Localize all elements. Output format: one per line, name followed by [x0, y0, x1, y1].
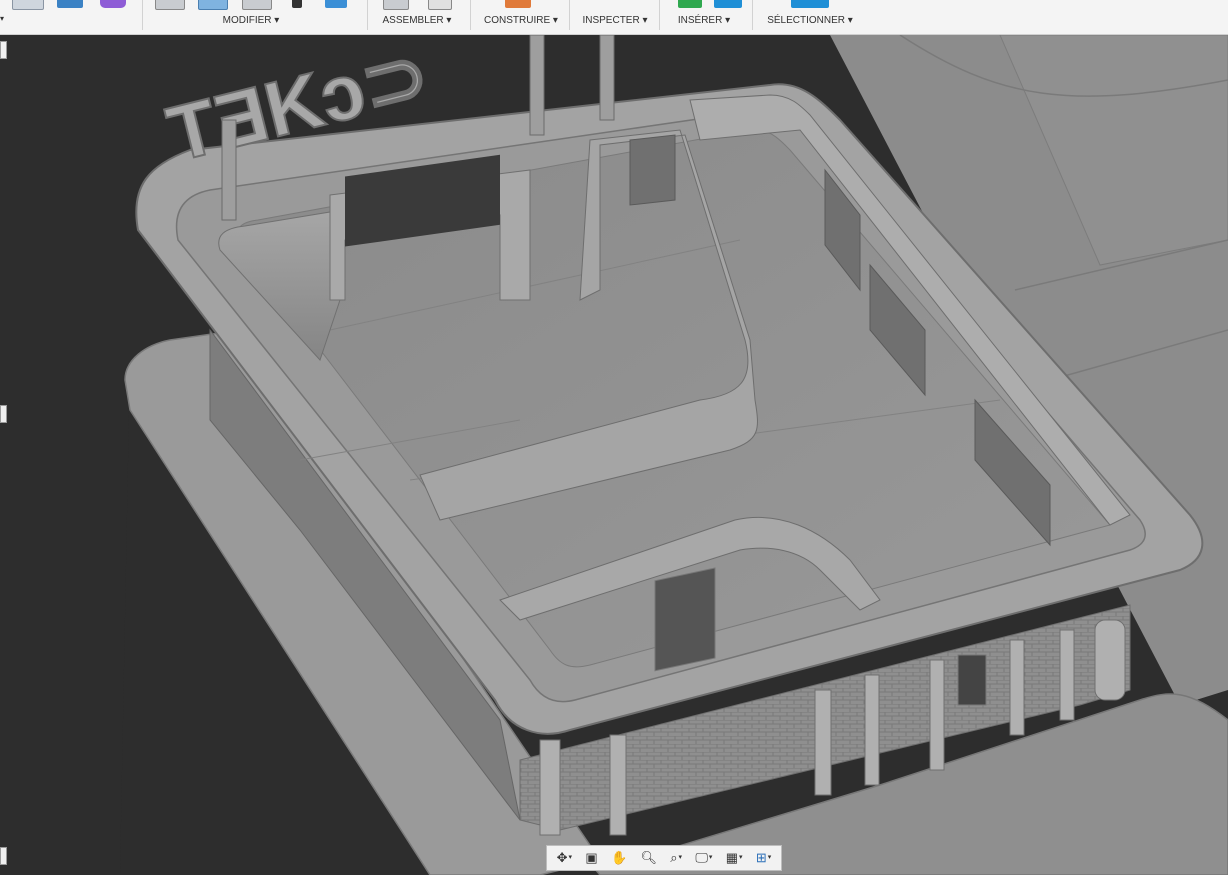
scale-icon[interactable]	[325, 0, 347, 8]
assembler-label: ASSEMBLER ▾	[382, 15, 452, 26]
shell-icon[interactable]	[292, 0, 302, 8]
navigation-bar: ✥ ▾ ▣ ✋ 🔍︎ ⌕ ▾ 🖵︎ ▾ ▦ ▾ ⊞ ▾	[546, 845, 782, 871]
toolbar-group-inserer[interactable]: INSÉRER ▾	[670, 0, 738, 34]
press-pull-icon[interactable]	[155, 0, 185, 10]
front-door	[957, 654, 987, 706]
construire-label: CONSTRUIRE ▾	[484, 15, 558, 26]
toolbar-separator	[569, 0, 570, 30]
building-model[interactable]: ΤƎKɔ⊃	[0, 35, 1228, 875]
toolbar-group-assembler[interactable]: ASSEMBLER ▾	[375, 0, 459, 34]
toolbar-separator	[659, 0, 660, 30]
inserer-label: INSÉRER ▾	[677, 15, 731, 26]
toolbar-separator	[142, 0, 143, 30]
grid-settings-icon[interactable]: ▦ ▾	[726, 848, 743, 868]
left-panel-tab[interactable]	[0, 405, 7, 423]
toolbar-group-selectionner[interactable]: SÉLECTIONNER ▾	[762, 0, 858, 34]
toolbar-overflow-arrow[interactable]: ▾	[0, 14, 4, 23]
viewports-icon[interactable]: ⊞ ▾	[756, 848, 771, 868]
3d-viewport[interactable]: ΤƎKɔ⊃	[0, 35, 1228, 875]
look-at-icon[interactable]: ▣	[585, 848, 597, 868]
toolbar-separator	[752, 0, 753, 30]
toolbar-group-modifier[interactable]: MODIFIER ▾	[210, 0, 292, 34]
toolbar-group-inspecter[interactable]: INSPECTER ▾	[577, 0, 653, 34]
modifier-label: MODIFIER ▾	[222, 15, 280, 26]
toolbar-separator	[470, 0, 471, 30]
left-panel-tab[interactable]	[0, 41, 7, 59]
form-tool-icon[interactable]	[100, 0, 126, 8]
display-settings-icon[interactable]: 🖵︎ ▾	[695, 848, 712, 868]
toolbar-group-construire[interactable]: CONSTRUIRE ▾	[478, 0, 564, 34]
inspecter-label: INSPECTER ▾	[582, 15, 648, 26]
create-tool-icon[interactable]	[12, 0, 44, 10]
selectionner-label: SÉLECTIONNER ▾	[767, 15, 853, 26]
zoom-icon[interactable]: 🔍︎	[640, 848, 657, 868]
orbit-icon[interactable]: ✥ ▾	[557, 848, 572, 868]
toolbar: MODIFIER ▾ ASSEMBLER ▾ CONSTRUIRE ▾ INSP…	[0, 0, 1228, 35]
toolbar-separator	[367, 0, 368, 30]
zoom-window-icon[interactable]: ⌕ ▾	[670, 848, 682, 868]
inner-doorway	[654, 567, 716, 672]
left-panel-tab[interactable]	[0, 847, 7, 865]
sketch-tool-icon[interactable]	[57, 0, 83, 8]
pan-hand-icon[interactable]: ✋	[611, 848, 627, 868]
